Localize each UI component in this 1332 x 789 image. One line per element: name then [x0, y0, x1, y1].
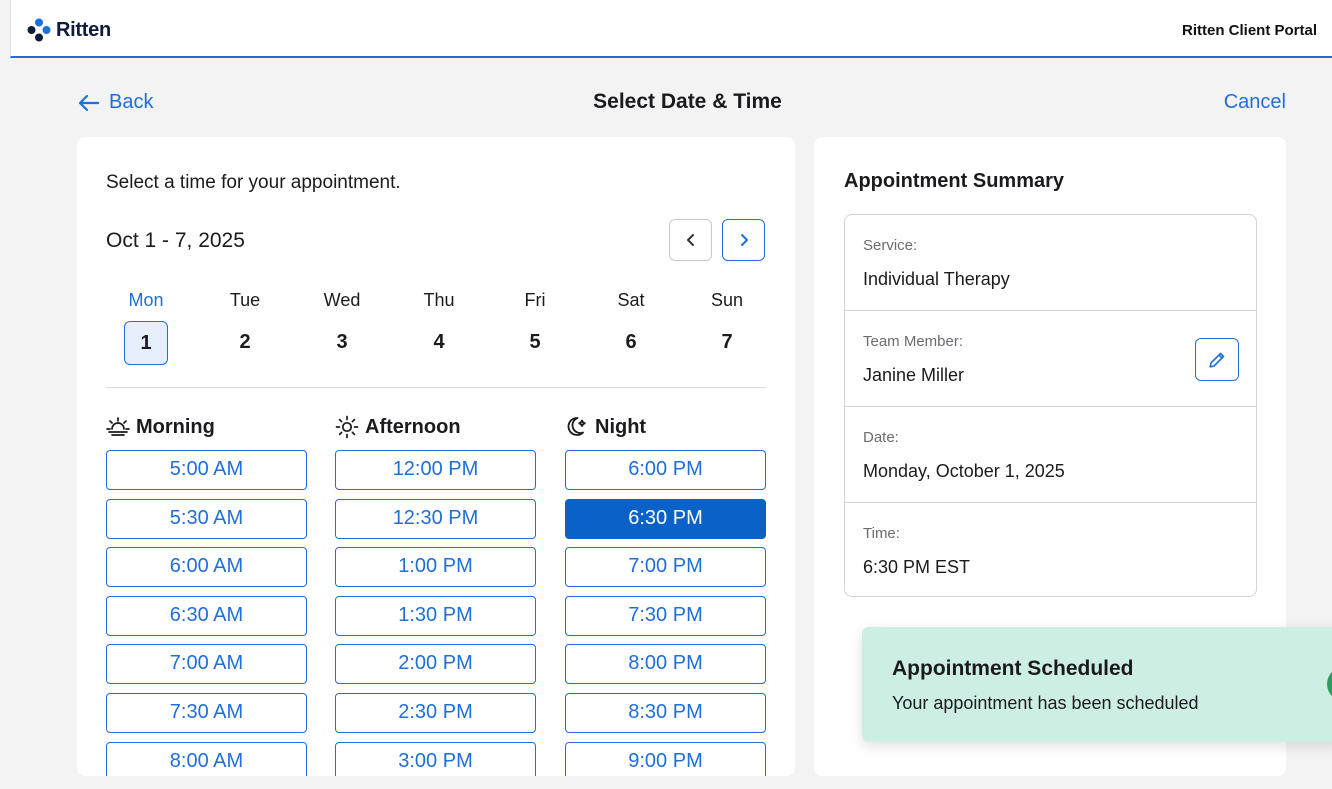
night-column: Night 6:00 PM 6:30 PM 7:00 PM 7:30 PM 8:… — [565, 412, 766, 776]
date-range: Oct 1 - 7, 2025 — [106, 229, 245, 252]
time-slot-button[interactable]: 8:00 AM — [106, 741, 307, 776]
time-slot-button[interactable]: 2:30 PM — [335, 692, 536, 733]
day-number: 5 — [529, 331, 541, 353]
chevron-left-icon — [686, 234, 694, 246]
afternoon-header: Afternoon — [335, 412, 536, 442]
team-member-label: Team Member: — [863, 333, 964, 350]
service-label: Service: — [863, 237, 918, 254]
morning-title: Morning — [136, 415, 215, 438]
time-slot-button[interactable]: 7:30 AM — [106, 692, 307, 733]
chevron-right-icon — [740, 234, 748, 246]
summary-title: Appointment Summary — [844, 170, 1065, 192]
day-number: 1 — [124, 321, 168, 365]
toast-message: Your appointment has been scheduled — [892, 693, 1199, 713]
next-week-button[interactable] — [722, 219, 765, 261]
day-name: Sun — [710, 290, 744, 310]
picker-instruction: Select a time for your appointment. — [106, 172, 401, 193]
sunrise-icon — [106, 417, 130, 436]
previous-week-button[interactable] — [669, 219, 712, 261]
summary-row-service: Service: Individual Therapy — [845, 215, 1256, 311]
moon-icon — [567, 417, 586, 436]
time-slot-button[interactable]: 8:30 PM — [565, 692, 766, 733]
night-title: Night — [595, 415, 647, 438]
portal-title: Ritten Client Portal — [1182, 22, 1318, 39]
summary-row-time: Time: 6:30 PM EST — [845, 503, 1256, 599]
day-name: Tue — [229, 290, 261, 310]
sun-icon — [335, 415, 359, 439]
day-thu[interactable]: Thu 4 — [399, 287, 479, 365]
day-name: Sat — [617, 290, 645, 310]
day-name: Thu — [423, 290, 455, 310]
day-name: Wed — [323, 290, 361, 310]
day-wed[interactable]: Wed 3 — [302, 287, 382, 365]
cancel-button[interactable]: Cancel — [1224, 91, 1286, 114]
time-slot-button[interactable]: 8:00 PM — [565, 644, 766, 685]
edit-team-member-button[interactable] — [1195, 338, 1239, 381]
page-title: Select Date & Time — [593, 90, 782, 113]
date-value: Monday, October 1, 2025 — [863, 461, 1065, 481]
time-slot-button[interactable]: 7:00 PM — [565, 547, 766, 588]
time-slot-button[interactable]: 2:00 PM — [335, 644, 536, 685]
summary-box: Service: Individual Therapy Team Member:… — [844, 214, 1257, 597]
top-bar: Ritten Ritten Client Portal — [10, 0, 1332, 58]
team-member-value: Janine Miller — [863, 365, 965, 385]
time-slot-button[interactable]: 6:30 AM — [106, 595, 307, 636]
time-slot-button[interactable]: 7:30 PM — [565, 595, 766, 636]
time-value: 6:30 PM EST — [863, 557, 971, 577]
ritten-logo-icon — [27, 18, 51, 42]
time-slot-button-selected[interactable]: 6:30 PM — [565, 498, 766, 539]
time-label: Time: — [863, 525, 900, 542]
date-time-picker-card: Select a time for your appointment. Oct … — [77, 137, 795, 776]
day-number: 2 — [239, 331, 251, 353]
check-circle-icon — [1327, 667, 1332, 701]
day-sat[interactable]: Sat 6 — [591, 287, 671, 365]
day-mon[interactable]: Mon 1 — [106, 287, 186, 365]
service-value: Individual Therapy — [863, 269, 1010, 289]
week-days: Mon 1 Tue 2 Wed 3 Thu 4 Fri 5 Sat 6 Sun … — [106, 287, 766, 369]
time-slot-button[interactable]: 1:00 PM — [335, 547, 536, 588]
morning-header: Morning — [106, 412, 307, 442]
ritten-logo[interactable]: Ritten — [27, 18, 111, 42]
time-slot-button[interactable]: 6:00 AM — [106, 547, 307, 588]
time-slot-button[interactable]: 12:00 PM — [335, 450, 536, 490]
time-slot-button[interactable]: 12:30 PM — [335, 498, 536, 539]
day-fri[interactable]: Fri 5 — [495, 287, 575, 365]
time-slot-button[interactable]: 9:00 PM — [565, 741, 766, 776]
time-slot-button[interactable]: 7:00 AM — [106, 644, 307, 685]
time-slot-button[interactable]: 5:30 AM — [106, 498, 307, 539]
day-tue[interactable]: Tue 2 — [205, 287, 285, 365]
day-number: 6 — [625, 331, 637, 353]
day-name: Mon — [128, 290, 164, 310]
time-slot-button[interactable]: 5:00 AM — [106, 450, 307, 490]
app-name: Ritten — [56, 18, 111, 41]
pencil-icon — [1209, 352, 1225, 368]
success-toast: Appointment Scheduled Your appointment h… — [862, 627, 1332, 742]
day-number: 4 — [433, 331, 445, 353]
date-label: Date: — [863, 429, 899, 446]
afternoon-column: Afternoon 12:00 PM 12:30 PM 1:00 PM 1:30… — [335, 412, 536, 776]
day-name: Fri — [524, 290, 546, 310]
day-number: 7 — [721, 331, 733, 353]
divider — [106, 387, 766, 388]
afternoon-title: Afternoon — [365, 415, 461, 438]
day-sun[interactable]: Sun 7 — [687, 287, 767, 365]
summary-row-team-member: Team Member: Janine Miller — [845, 311, 1256, 407]
time-slot-button[interactable]: 3:00 PM — [335, 741, 536, 776]
time-slot-button[interactable]: 1:30 PM — [335, 595, 536, 636]
toast-title: Appointment Scheduled — [892, 657, 1134, 680]
time-slot-button[interactable]: 6:00 PM — [565, 450, 766, 490]
night-header: Night — [565, 412, 766, 442]
day-number: 3 — [336, 331, 348, 353]
morning-column: Morning 5:00 AM 5:30 AM 6:00 AM 6:30 AM … — [106, 412, 307, 776]
summary-row-date: Date: Monday, October 1, 2025 — [845, 407, 1256, 503]
